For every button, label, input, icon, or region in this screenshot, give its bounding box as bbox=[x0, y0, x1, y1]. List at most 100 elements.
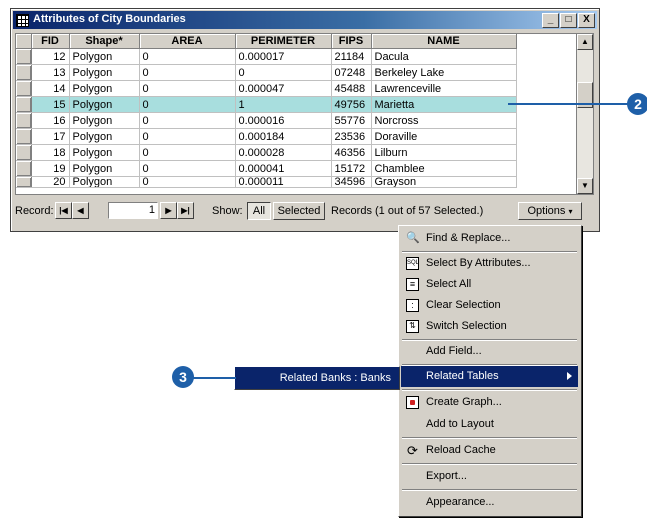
cell-fips[interactable]: 21184 bbox=[331, 48, 372, 65]
cell-fid[interactable]: 18 bbox=[31, 144, 70, 161]
table-row[interactable]: 16 Polygon 0 0.000016 55776 Norcross bbox=[16, 112, 517, 129]
cell-name[interactable]: Marietta bbox=[371, 96, 517, 113]
cell-area[interactable]: 0 bbox=[139, 160, 236, 177]
column-header-perimeter[interactable]: PERIMETER bbox=[235, 34, 332, 49]
column-header-area[interactable]: AREA bbox=[139, 34, 236, 49]
table-row[interactable]: 20 Polygon 0 0.000011 34596 Grayson bbox=[16, 176, 517, 188]
cell-perimeter[interactable]: 1 bbox=[235, 96, 332, 113]
cell-name[interactable]: Norcross bbox=[371, 112, 517, 129]
cell-perimeter[interactable]: 0.000016 bbox=[235, 112, 332, 129]
cell-name[interactable]: Grayson bbox=[371, 176, 517, 188]
submenu-item-related-banks[interactable]: Related Banks : Banks bbox=[280, 367, 391, 389]
cell-shape[interactable]: Polygon bbox=[69, 80, 140, 97]
menu-item-clear-selection[interactable]: : Clear Selection bbox=[401, 295, 578, 316]
cell-shape[interactable]: Polygon bbox=[69, 96, 140, 113]
record-number-input[interactable]: 1 bbox=[108, 202, 158, 219]
table-row[interactable]: 17 Polygon 0 0.000184 23536 Doraville bbox=[16, 128, 517, 145]
cell-fid[interactable]: 17 bbox=[31, 128, 70, 145]
cell-fips[interactable]: 45488 bbox=[331, 80, 372, 97]
row-selector[interactable] bbox=[16, 96, 32, 113]
menu-item-find-replace[interactable]: 🔍 Find & Replace... bbox=[401, 228, 578, 249]
menu-item-add-to-layout[interactable]: Add to Layout bbox=[401, 414, 578, 435]
scroll-down-button[interactable]: ▼ bbox=[577, 178, 593, 194]
menu-item-select-by-attributes[interactable]: SQL Select By Attributes... bbox=[401, 253, 578, 274]
first-record-button[interactable]: |◀ bbox=[55, 202, 72, 219]
attribute-table[interactable]: FID Shape* AREA PERIMETER FIPS NAME 12 Po… bbox=[15, 33, 577, 195]
cell-area[interactable]: 0 bbox=[139, 80, 236, 97]
last-record-button[interactable]: ▶| bbox=[177, 202, 194, 219]
cell-area[interactable]: 0 bbox=[139, 144, 236, 161]
menu-item-add-field[interactable]: Add Field... bbox=[401, 341, 578, 362]
close-button[interactable]: X bbox=[578, 13, 595, 28]
cell-area[interactable]: 0 bbox=[139, 128, 236, 145]
row-selector[interactable] bbox=[16, 160, 32, 177]
menu-item-switch-selection[interactable]: ⇅ Switch Selection bbox=[401, 316, 578, 337]
cell-area[interactable]: 0 bbox=[139, 112, 236, 129]
column-header-fid[interactable]: FID bbox=[31, 34, 70, 49]
cell-fips[interactable]: 23536 bbox=[331, 128, 372, 145]
row-selector[interactable] bbox=[16, 128, 32, 145]
related-tables-submenu[interactable]: Related Banks : Banks bbox=[234, 366, 400, 390]
cell-perimeter[interactable]: 0.000017 bbox=[235, 48, 332, 65]
table-row[interactable]: 19 Polygon 0 0.000041 15172 Chamblee bbox=[16, 160, 517, 177]
column-header-fips[interactable]: FIPS bbox=[331, 34, 372, 49]
row-selector[interactable] bbox=[16, 176, 32, 188]
next-record-button[interactable]: ▶ bbox=[160, 202, 177, 219]
cell-fid[interactable]: 14 bbox=[31, 80, 70, 97]
table-row[interactable]: 13 Polygon 0 0 07248 Berkeley Lake bbox=[16, 64, 517, 81]
cell-name[interactable]: Lilburn bbox=[371, 144, 517, 161]
cell-shape[interactable]: Polygon bbox=[69, 48, 140, 65]
cell-fips[interactable]: 15172 bbox=[331, 160, 372, 177]
cell-perimeter[interactable]: 0.000184 bbox=[235, 128, 332, 145]
maximize-button[interactable]: □ bbox=[560, 13, 577, 28]
cell-shape[interactable]: Polygon bbox=[69, 128, 140, 145]
cell-fips[interactable]: 49756 bbox=[331, 96, 372, 113]
cell-area[interactable]: 0 bbox=[139, 96, 236, 113]
column-header-name[interactable]: NAME bbox=[371, 34, 517, 49]
cell-name[interactable]: Chamblee bbox=[371, 160, 517, 177]
cell-shape[interactable]: Polygon bbox=[69, 176, 140, 188]
menu-item-export[interactable]: Export... bbox=[401, 466, 578, 487]
vertical-scrollbar[interactable]: ▲ ▼ bbox=[576, 33, 594, 195]
row-selector[interactable] bbox=[16, 144, 32, 161]
cell-fips[interactable]: 46356 bbox=[331, 144, 372, 161]
show-selected-button[interactable]: Selected bbox=[273, 202, 325, 220]
cell-fid[interactable]: 16 bbox=[31, 112, 70, 129]
table-row[interactable]: 18 Polygon 0 0.000028 46356 Lilburn bbox=[16, 144, 517, 161]
menu-item-related-tables[interactable]: Related Tables bbox=[401, 366, 578, 387]
scroll-up-button[interactable]: ▲ bbox=[577, 34, 593, 50]
options-button[interactable]: Options ▾ bbox=[518, 202, 582, 220]
cell-name[interactable]: Lawrenceville bbox=[371, 80, 517, 97]
cell-area[interactable]: 0 bbox=[139, 176, 236, 188]
cell-fid[interactable]: 13 bbox=[31, 64, 70, 81]
cell-shape[interactable]: Polygon bbox=[69, 160, 140, 177]
menu-item-appearance[interactable]: Appearance... bbox=[401, 492, 578, 513]
cell-fid[interactable]: 15 bbox=[31, 96, 70, 113]
cell-fips[interactable]: 34596 bbox=[331, 176, 372, 188]
column-header-shape[interactable]: Shape* bbox=[69, 34, 140, 49]
cell-perimeter[interactable]: 0.000041 bbox=[235, 160, 332, 177]
show-all-button[interactable]: All bbox=[247, 202, 271, 220]
cell-perimeter[interactable]: 0 bbox=[235, 64, 332, 81]
minimize-button[interactable]: _ bbox=[542, 13, 559, 28]
cell-name[interactable]: Dacula bbox=[371, 48, 517, 65]
cell-fips[interactable]: 55776 bbox=[331, 112, 372, 129]
row-selector[interactable] bbox=[16, 112, 32, 129]
menu-item-reload-cache[interactable]: ⟳ Reload Cache bbox=[401, 440, 578, 461]
cell-perimeter[interactable]: 0.000011 bbox=[235, 176, 332, 188]
table-row[interactable]: 14 Polygon 0 0.000047 45488 Lawrenceville bbox=[16, 80, 517, 97]
cell-shape[interactable]: Polygon bbox=[69, 112, 140, 129]
cell-shape[interactable]: Polygon bbox=[69, 64, 140, 81]
cell-name[interactable]: Doraville bbox=[371, 128, 517, 145]
row-selector[interactable] bbox=[16, 80, 32, 97]
cell-fips[interactable]: 07248 bbox=[331, 64, 372, 81]
row-selector[interactable] bbox=[16, 48, 32, 65]
table-row[interactable]: 12 Polygon 0 0.000017 21184 Dacula bbox=[16, 48, 517, 65]
cell-fid[interactable]: 19 bbox=[31, 160, 70, 177]
cell-fid[interactable]: 20 bbox=[31, 176, 70, 188]
cell-perimeter[interactable]: 0.000047 bbox=[235, 80, 332, 97]
previous-record-button[interactable]: ◀ bbox=[72, 202, 89, 219]
cell-shape[interactable]: Polygon bbox=[69, 144, 140, 161]
menu-item-select-all[interactable]: ≡ Select All bbox=[401, 274, 578, 295]
cell-area[interactable]: 0 bbox=[139, 64, 236, 81]
